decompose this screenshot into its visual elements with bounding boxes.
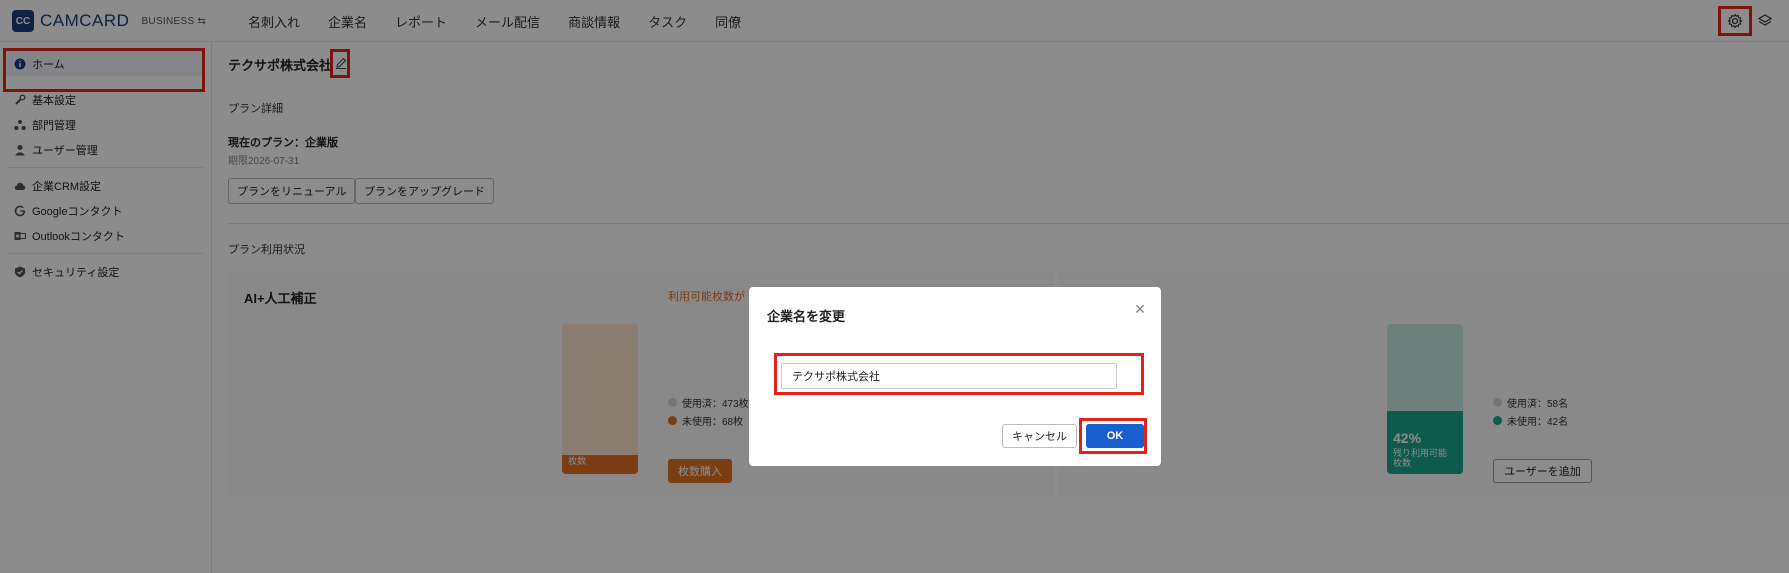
- dialog-title: 企業名を変更: [767, 309, 846, 324]
- cancel-button[interactable]: キャンセル: [1002, 424, 1077, 448]
- rename-company-dialog: 企業名を変更 ✕ キャンセル OK: [749, 287, 1161, 466]
- close-icon[interactable]: ✕: [1133, 302, 1147, 316]
- company-name-input[interactable]: [781, 363, 1117, 389]
- ok-button[interactable]: OK: [1086, 424, 1144, 448]
